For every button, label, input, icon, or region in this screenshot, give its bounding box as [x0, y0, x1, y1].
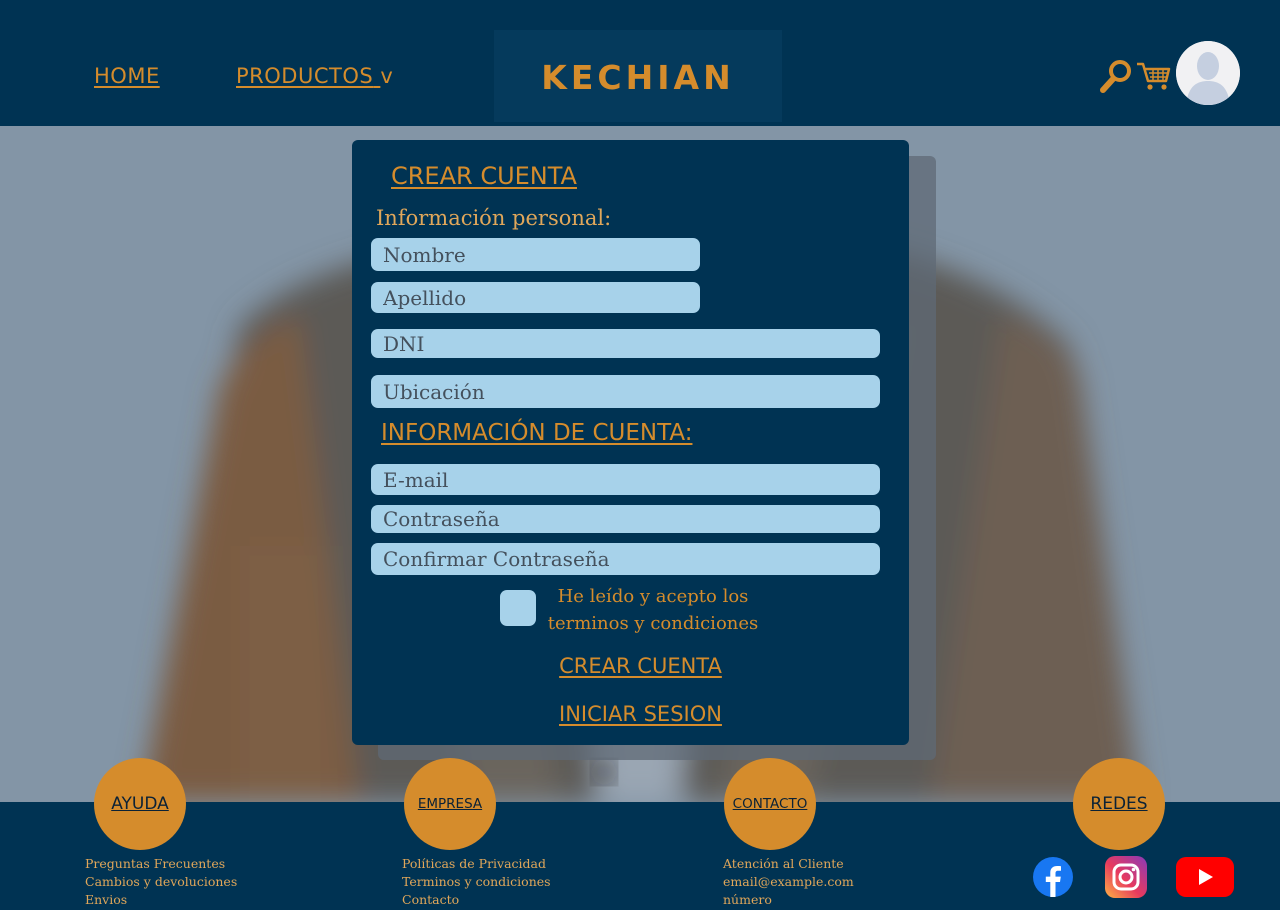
nav-products-label: PRODUCTOS: [236, 64, 374, 88]
chevron-down-icon: v: [380, 64, 394, 88]
form-title: CREAR CUENTA: [391, 162, 577, 190]
terms-line-2[interactable]: terminos y condiciones: [548, 613, 759, 634]
logo-text: KECHIAN: [541, 58, 735, 97]
facebook-icon[interactable]: [1033, 857, 1073, 897]
footer-company-links: Políticas de Privacidad Terminos y condi…: [402, 855, 551, 909]
footer-company-button[interactable]: EMPRESA: [404, 758, 496, 850]
email-field[interactable]: [371, 464, 880, 495]
email-link[interactable]: email@example.com: [723, 873, 854, 891]
footer-social-button[interactable]: REDES: [1073, 758, 1165, 850]
last-name-field[interactable]: [371, 282, 700, 313]
nav-home-link[interactable]: HOME: [94, 64, 160, 88]
top-navbar: HOME PRODUCTOS v KECHIAN: [0, 0, 1280, 126]
footer-help-links: Preguntas Frecuentes Cambios y devolucio…: [85, 855, 237, 909]
confirm-password-field[interactable]: [371, 543, 880, 575]
privacy-link[interactable]: Políticas de Privacidad: [402, 855, 551, 873]
account-info-title: INFORMACIÓN DE CUENTA:: [381, 420, 693, 446]
logo[interactable]: KECHIAN: [494, 30, 782, 122]
youtube-icon[interactable]: [1176, 857, 1234, 897]
terms-checkbox[interactable]: [500, 590, 536, 626]
cart-icon[interactable]: [1135, 60, 1171, 92]
faq-link[interactable]: Preguntas Frecuentes: [85, 855, 237, 873]
instagram-icon[interactable]: [1105, 856, 1147, 898]
terms-link[interactable]: Terminos y condiciones: [402, 873, 551, 891]
nav-products-link[interactable]: PRODUCTOS v: [236, 64, 393, 88]
phone-link[interactable]: número: [723, 891, 854, 909]
create-account-form: CREAR CUENTA Información personal: INFOR…: [352, 140, 909, 745]
dni-field[interactable]: [371, 329, 880, 358]
user-avatar[interactable]: [1176, 41, 1240, 105]
first-name-field[interactable]: [371, 238, 700, 271]
shipping-link[interactable]: Envios: [85, 891, 237, 909]
footer-help-button[interactable]: AYUDA: [94, 758, 186, 850]
search-icon[interactable]: [1099, 58, 1133, 94]
footer-contact-button[interactable]: CONTACTO: [724, 758, 816, 850]
terms-label: He leído y acepto los terminos y condici…: [538, 583, 768, 637]
user-silhouette-icon: [1176, 41, 1240, 105]
contact-link[interactable]: Contacto: [402, 891, 551, 909]
login-link[interactable]: INICIAR SESION: [352, 702, 929, 726]
location-field[interactable]: [371, 375, 880, 408]
password-field[interactable]: [371, 505, 880, 533]
returns-link[interactable]: Cambios y devoluciones: [85, 873, 237, 891]
terms-line-1: He leído y acepto los: [557, 586, 749, 607]
footer-contact-links: Atención al Cliente email@example.com nú…: [723, 855, 854, 909]
customer-service-link[interactable]: Atención al Cliente: [723, 855, 854, 873]
create-account-button[interactable]: CREAR CUENTA: [352, 654, 929, 678]
personal-info-label: Información personal:: [376, 206, 612, 230]
